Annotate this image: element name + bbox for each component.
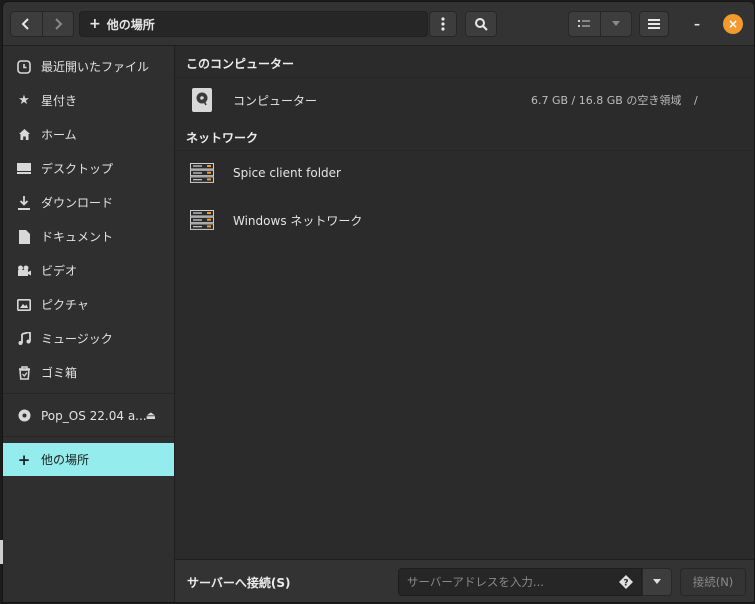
sidebar-item-label: ミュージック [41, 332, 113, 346]
network-server-icon [189, 207, 215, 233]
search-icon [475, 18, 488, 31]
forward-button[interactable] [41, 12, 74, 36]
star-icon: ★ [18, 93, 30, 108]
connect-bar: サーバーへ接続(S) サーバーアドレスを入力... ? 接続(N) [175, 559, 754, 602]
window-edge-fragment [0, 540, 3, 564]
music-icon [16, 331, 32, 347]
location-row-computer[interactable]: コンピューター 6.7 GB / 16.8 GB の空き領域 / [175, 77, 754, 123]
sidebar-item-label: ピクチャ [41, 298, 89, 312]
trash-icon [16, 365, 32, 381]
sidebar-item-documents[interactable]: ドキュメント [3, 220, 174, 253]
sidebar-item-recent[interactable]: 最近開いたファイル [3, 50, 174, 83]
sidebar-divider [3, 393, 174, 394]
sidebar: 最近開いたファイル ★ 星付き ホーム デスクトップ ダウンロード ドキュメント… [3, 46, 175, 602]
nav-buttons [10, 11, 74, 37]
location-path: / [694, 93, 698, 107]
video-icon [16, 263, 32, 279]
file-manager-window: + 他の場所 – × 最近開いたファイル ★ 星付き ホーム デスクトップ ダウ… [2, 1, 755, 603]
sidebar-item-other-locations[interactable]: + 他の場所 [3, 443, 174, 476]
sidebar-item-label: ビデオ [41, 264, 78, 278]
server-address-placeholder: サーバーアドレスを入力... [407, 575, 544, 589]
connect-to-server-label: サーバーへ接続(S) [187, 576, 291, 590]
sidebar-item-label: ドキュメント [41, 230, 114, 244]
main-content: このコンピューター コンピューター 6.7 GB / 16.8 GB の空き領域… [175, 46, 754, 559]
minimize-button[interactable]: – [687, 14, 707, 34]
sidebar-item-label: 他の場所 [41, 453, 90, 467]
main-menu-button[interactable] [639, 11, 669, 37]
desktop-icon [16, 161, 32, 177]
plus-icon: + [89, 16, 101, 32]
svg-text:?: ? [623, 579, 628, 589]
sidebar-item-downloads[interactable]: ダウンロード [3, 186, 174, 219]
view-options-button[interactable] [599, 12, 632, 36]
hamburger-icon [648, 19, 660, 29]
sidebar-item-trash[interactable]: ゴミ箱 [3, 356, 174, 389]
clock-icon [16, 59, 32, 75]
path-bar[interactable]: + 他の場所 [79, 11, 428, 37]
harddisk-icon [189, 87, 215, 113]
sidebar-item-label: ゴミ箱 [41, 366, 78, 380]
download-icon [16, 195, 32, 211]
location-name: Windows ネットワーク [233, 213, 363, 228]
close-icon: × [727, 17, 739, 31]
disc-icon [16, 408, 32, 424]
view-toggle-group [568, 11, 632, 37]
list-view-icon [578, 20, 591, 27]
sidebar-item-drive[interactable]: Pop_OS 22.04 a... ⏏ [3, 399, 174, 432]
list-view-button[interactable] [569, 12, 600, 36]
chevron-right-icon [55, 18, 63, 30]
document-icon [16, 229, 32, 245]
close-button[interactable]: × [723, 14, 743, 34]
sidebar-item-desktop[interactable]: デスクトップ [3, 152, 174, 185]
question-icon[interactable]: ? [619, 575, 633, 589]
connect-button-label: 接続(N) [692, 575, 734, 589]
location-name: コンピューター [233, 93, 318, 108]
chevron-left-icon [21, 18, 29, 30]
section-title-network: ネットワーク [186, 131, 259, 145]
sidebar-item-label: デスクトップ [41, 162, 114, 176]
server-address-input[interactable]: サーバーアドレスを入力... ? [398, 568, 642, 596]
vertical-dots-icon [441, 17, 445, 31]
minimize-icon: – [694, 17, 700, 31]
sidebar-item-starred[interactable]: ★ 星付き [3, 84, 174, 117]
header-bar: + 他の場所 – × [3, 2, 754, 46]
sidebar-item-label: ダウンロード [41, 196, 114, 210]
plus-icon: + [17, 450, 31, 469]
home-icon [16, 127, 32, 143]
path-menu-button[interactable] [429, 11, 457, 37]
location-row-windows-network[interactable]: Windows ネットワーク [175, 197, 754, 243]
picture-icon [16, 297, 32, 313]
sidebar-item-label: 星付き [41, 94, 78, 108]
sidebar-divider [3, 436, 174, 437]
sidebar-item-label: ホーム [41, 128, 77, 142]
path-label: 他の場所 [106, 17, 155, 32]
location-space: 6.7 GB / 16.8 GB の空き領域 [531, 94, 682, 107]
sidebar-item-label: Pop_OS 22.04 a... [41, 408, 147, 423]
chevron-down-icon [653, 579, 661, 584]
location-name: Spice client folder [233, 166, 341, 180]
sidebar-item-pictures[interactable]: ピクチャ [3, 288, 174, 321]
sidebar-item-music[interactable]: ミュージック [3, 322, 174, 355]
eject-icon[interactable]: ⏏ [146, 409, 156, 422]
connect-button[interactable]: 接続(N) [680, 568, 746, 596]
network-server-icon [189, 160, 215, 186]
sidebar-item-videos[interactable]: ビデオ [3, 254, 174, 287]
sidebar-item-home[interactable]: ホーム [3, 118, 174, 151]
location-row-spice[interactable]: Spice client folder [175, 150, 754, 196]
section-title-computer: このコンピューター [186, 57, 295, 71]
sidebar-item-label: 最近開いたファイル [41, 60, 150, 74]
back-button[interactable] [11, 12, 42, 36]
server-history-dropdown[interactable] [642, 568, 672, 596]
search-button[interactable] [465, 11, 497, 37]
chevron-down-icon [611, 21, 620, 26]
